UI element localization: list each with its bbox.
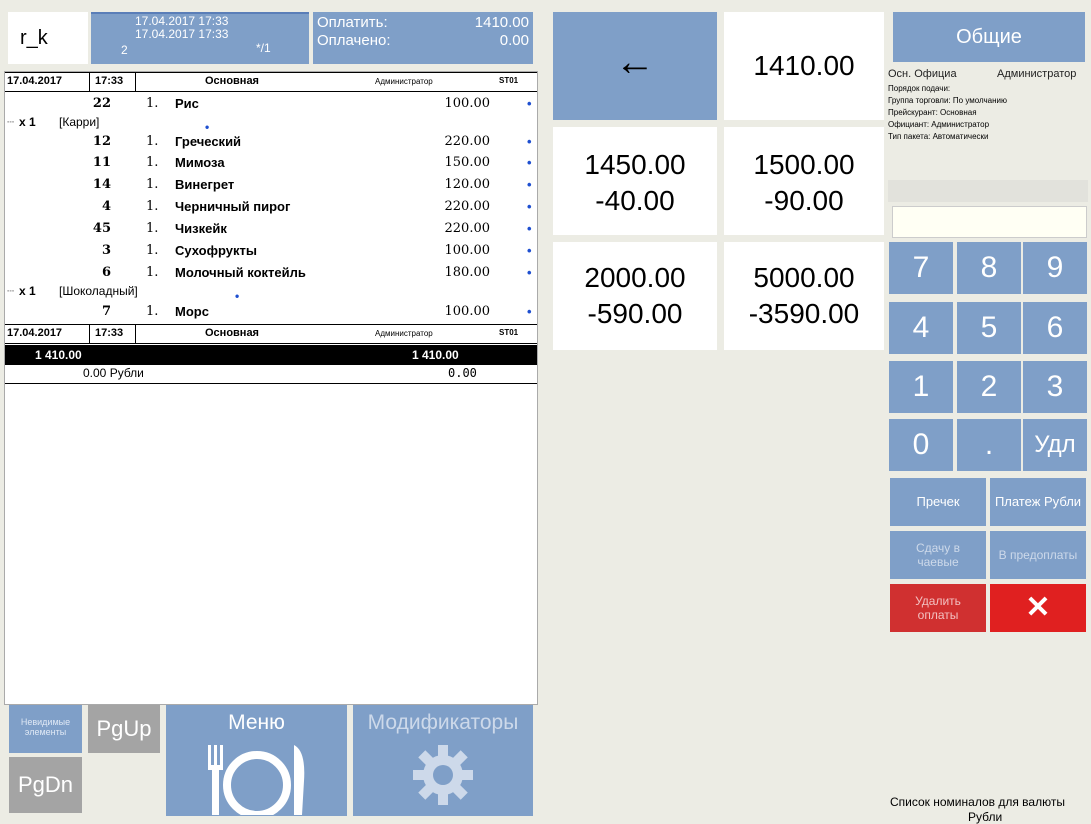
receipt-footer-header: 17.04.2017 17:33 Основная Администратор … — [5, 324, 537, 344]
banknote-2000-button[interactable]: 2000.00 -590.00 — [553, 242, 717, 350]
back-button[interactable]: ← — [553, 12, 717, 120]
receipt-currency-row: 0.00 Рубли 0.00 — [5, 365, 537, 384]
key-8[interactable]: 8 — [957, 242, 1021, 294]
amount-input[interactable] — [892, 206, 1087, 238]
admin-label: Администратор — [997, 68, 1077, 80]
pay-rubles-button[interactable]: Платеж Рубли — [990, 478, 1086, 526]
general-tab-button[interactable]: Общие — [893, 12, 1085, 62]
menu-button[interactable]: Меню — [166, 705, 347, 816]
banknote-5000-button[interactable]: 5000.00 -3590.00 — [724, 242, 884, 350]
key-6[interactable]: 6 — [1023, 302, 1087, 354]
plate-cutlery-icon — [208, 745, 305, 815]
key-0[interactable]: 0 — [889, 419, 953, 471]
receipt-item[interactable]: 14 1. Винегрет 120.00 • — [5, 174, 537, 196]
open-date: 17.04.2017 17:33 — [135, 14, 229, 28]
tips-button[interactable]: Сдачу в чаевые — [890, 531, 986, 579]
info-pricelist: Прейскурант: Основная — [888, 108, 977, 117]
paid-label: Оплачено: — [317, 32, 391, 49]
order-panel: r_k 17.04.2017 17:33 17.04.2017 17:33 2 … — [0, 0, 539, 816]
receipt[interactable]: 17.04.2017 17:33 Основная Администратор … — [4, 71, 538, 705]
receipt-item[interactable]: 7 1. Морс 100.00 • — [5, 301, 537, 323]
exact-amount-button[interactable]: 1410.00 — [724, 12, 884, 120]
key-9[interactable]: 9 — [1023, 242, 1087, 294]
close-icon[interactable]: ✕ — [990, 584, 1086, 632]
menu-label: Меню — [228, 711, 285, 734]
receipt-item[interactable]: 11 1. Мимоза 150.00 • — [5, 152, 537, 174]
gear-icon — [413, 745, 473, 805]
key-delete[interactable]: Удл — [1023, 419, 1087, 471]
receipt-item[interactable]: 3 1. Сухофрукты 100.00 • — [5, 240, 537, 262]
pgdn-button[interactable]: PgDn — [9, 757, 82, 813]
pgup-button[interactable]: PgUp — [88, 705, 160, 753]
banknote-1500-button[interactable]: 1500.00 -90.00 — [724, 127, 884, 235]
modifiers-label: Модификаторы — [367, 711, 519, 734]
prepayment-button[interactable]: В предоплаты — [990, 531, 1086, 579]
denominations-label: Список номиналов для валюты — [890, 795, 1065, 809]
delete-payments-button[interactable]: Удалить оплаты — [890, 584, 986, 632]
waiter-short-label: Осн. Официа — [888, 68, 957, 80]
pay-value: 1410.00 — [474, 14, 529, 31]
receipt-item[interactable]: 22 1. Рис 100.00 • — [5, 93, 537, 115]
print-date: 17.04.2017 17:33 — [135, 27, 229, 41]
order-dates: 17.04.2017 17:33 17.04.2017 17:33 2 */1 — [91, 12, 309, 64]
banknote-1450-button[interactable]: 1450.00 -40.00 — [553, 127, 717, 235]
key-3[interactable]: 3 — [1023, 361, 1087, 413]
key-7[interactable]: 7 — [889, 242, 953, 294]
precheck-button[interactable]: Пречек — [890, 478, 986, 526]
status-strip — [888, 180, 1088, 202]
receipt-item[interactable]: 45 1. Чизкейк 220.00 • — [5, 218, 537, 240]
paid-value: 0.00 — [499, 32, 529, 49]
key-5[interactable]: 5 — [957, 302, 1021, 354]
receipt-total: 1 410.00 1 410.00 — [5, 345, 537, 365]
key-dot[interactable]: . — [957, 419, 1021, 471]
info-trade-group: Группа торговли: По умолчанию — [888, 96, 1007, 105]
payment-summary: Оплатить: 1410.00 Оплачено: 0.00 — [313, 12, 533, 64]
receipt-header: 17.04.2017 17:33 Основная Администратор … — [5, 72, 537, 92]
denominations-currency: Рубли — [968, 810, 1003, 824]
pay-label: Оплатить: — [317, 14, 388, 31]
key-4[interactable]: 4 — [889, 302, 953, 354]
guest-count: 2 — [121, 43, 128, 57]
info-waiter: Официант: Администратор — [888, 120, 990, 129]
receipt-modifier[interactable]: ┄ x 1 [Шоколадный] • — [5, 283, 537, 303]
receipt-modifier[interactable]: ┄ x 1 [Карри] • — [5, 114, 537, 134]
invisible-elements-button[interactable]: Невидимые элементы — [9, 705, 82, 753]
receipt-item[interactable]: 6 1. Молочный коктейль 180.00 • — [5, 262, 537, 284]
app-logo: r_k — [8, 12, 88, 64]
modifiers-button[interactable]: Модификаторы — [353, 705, 533, 816]
back-arrow-icon: ← — [615, 40, 655, 84]
info-package-type: Тип пакета: Автоматически — [888, 132, 989, 141]
table-number: */1 — [256, 41, 271, 55]
key-1[interactable]: 1 — [889, 361, 953, 413]
key-2[interactable]: 2 — [957, 361, 1021, 413]
info-order: Порядок подачи: — [888, 84, 951, 93]
receipt-item[interactable]: 12 1. Греческий 220.00 • — [5, 131, 537, 153]
receipt-item[interactable]: 4 1. Черничный пирог 220.00 • — [5, 196, 537, 218]
